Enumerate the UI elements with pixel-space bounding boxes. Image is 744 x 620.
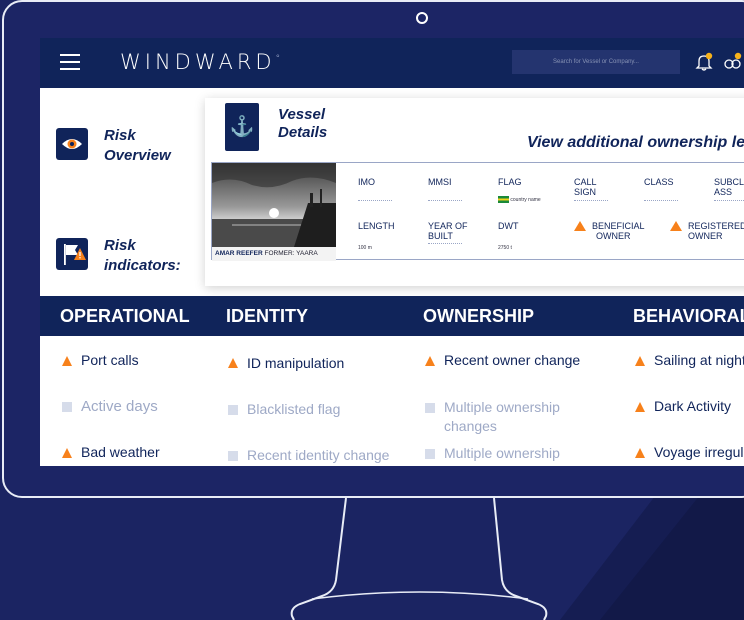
monitor-stand: [290, 497, 548, 620]
